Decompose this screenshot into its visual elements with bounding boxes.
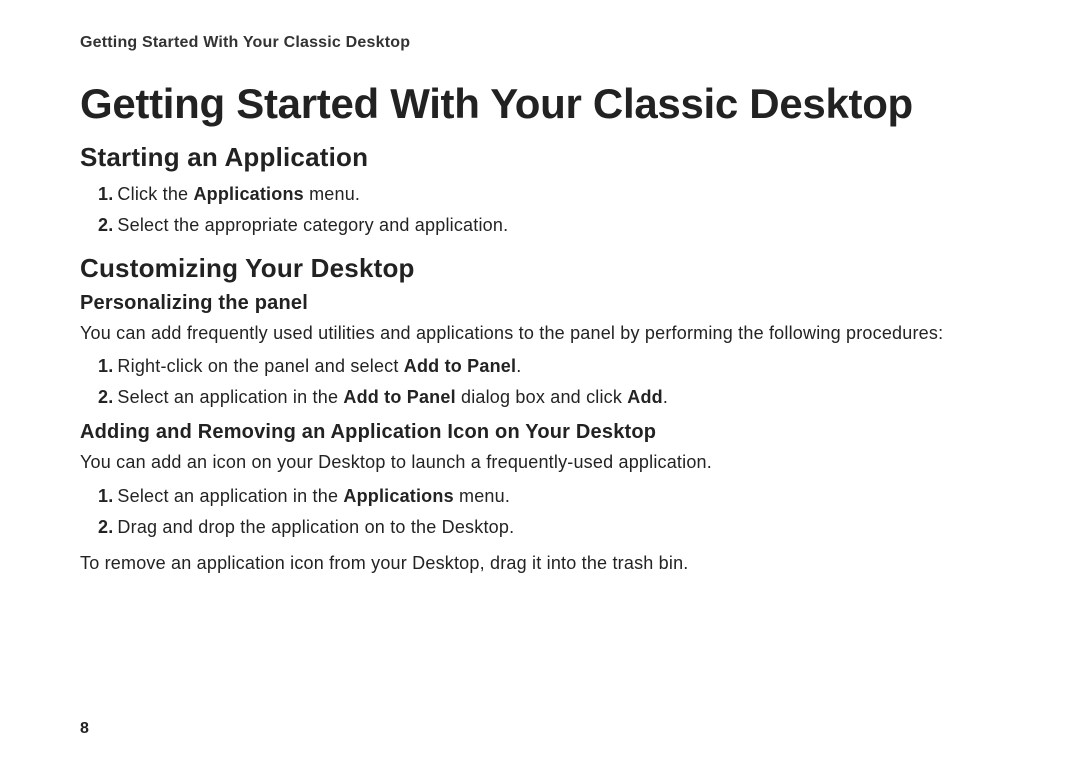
step-number: 2.: [98, 517, 113, 537]
step-text-bold: Applications: [193, 184, 303, 204]
running-header: Getting Started With Your Classic Deskto…: [80, 34, 1000, 52]
list-item: 2.Select an application in the Add to Pa…: [98, 384, 1000, 411]
outro-icons: To remove an application icon from your …: [80, 551, 1000, 575]
list-item: 1.Select an application in the Applicati…: [98, 483, 1000, 510]
section-heading-customizing: Customizing Your Desktop: [80, 253, 1000, 284]
steps-icons: 1.Select an application in the Applicati…: [80, 483, 1000, 541]
steps-starting: 1.Click the Applications menu. 2.Select …: [80, 181, 1000, 239]
list-item: 1.Right-click on the panel and select Ad…: [98, 353, 1000, 380]
step-text: Drag and drop the application on to the …: [117, 517, 514, 537]
subheading-panel: Personalizing the panel: [80, 292, 1000, 315]
section-heading-starting: Starting an Application: [80, 142, 1000, 173]
list-item: 2.Select the appropriate category and ap…: [98, 212, 1000, 239]
step-text: Select the appropriate category and appl…: [117, 215, 508, 235]
step-text-post: menu.: [304, 184, 360, 204]
subheading-icons: Adding and Removing an Application Icon …: [80, 421, 1000, 444]
step-number: 1.: [98, 486, 113, 506]
steps-panel: 1.Right-click on the panel and select Ad…: [80, 353, 1000, 411]
step-text-mid: dialog box and click: [456, 387, 628, 407]
step-text-pre: Select an application in the: [117, 486, 343, 506]
step-text-post: .: [516, 356, 521, 376]
step-text-bold2: Add: [627, 387, 663, 407]
intro-icons: You can add an icon on your Desktop to l…: [80, 450, 1000, 474]
list-item: 2.Drag and drop the application on to th…: [98, 514, 1000, 541]
intro-panel: You can add frequently used utilities an…: [80, 321, 1000, 345]
step-number: 2.: [98, 387, 113, 407]
step-number: 1.: [98, 184, 113, 204]
step-text-post: .: [663, 387, 668, 407]
step-text-post: menu.: [454, 486, 510, 506]
step-text-bold: Applications: [343, 486, 453, 506]
step-text-bold: Add to Panel: [404, 356, 516, 376]
step-text-bold: Add to Panel: [343, 387, 455, 407]
step-number: 1.: [98, 356, 113, 376]
step-text-pre: Select an application in the: [117, 387, 343, 407]
step-text-pre: Click the: [117, 184, 193, 204]
step-text-pre: Right-click on the panel and select: [117, 356, 403, 376]
step-number: 2.: [98, 215, 113, 235]
page-number: 8: [80, 720, 89, 738]
list-item: 1.Click the Applications menu.: [98, 181, 1000, 208]
page-title: Getting Started With Your Classic Deskto…: [80, 80, 1000, 128]
